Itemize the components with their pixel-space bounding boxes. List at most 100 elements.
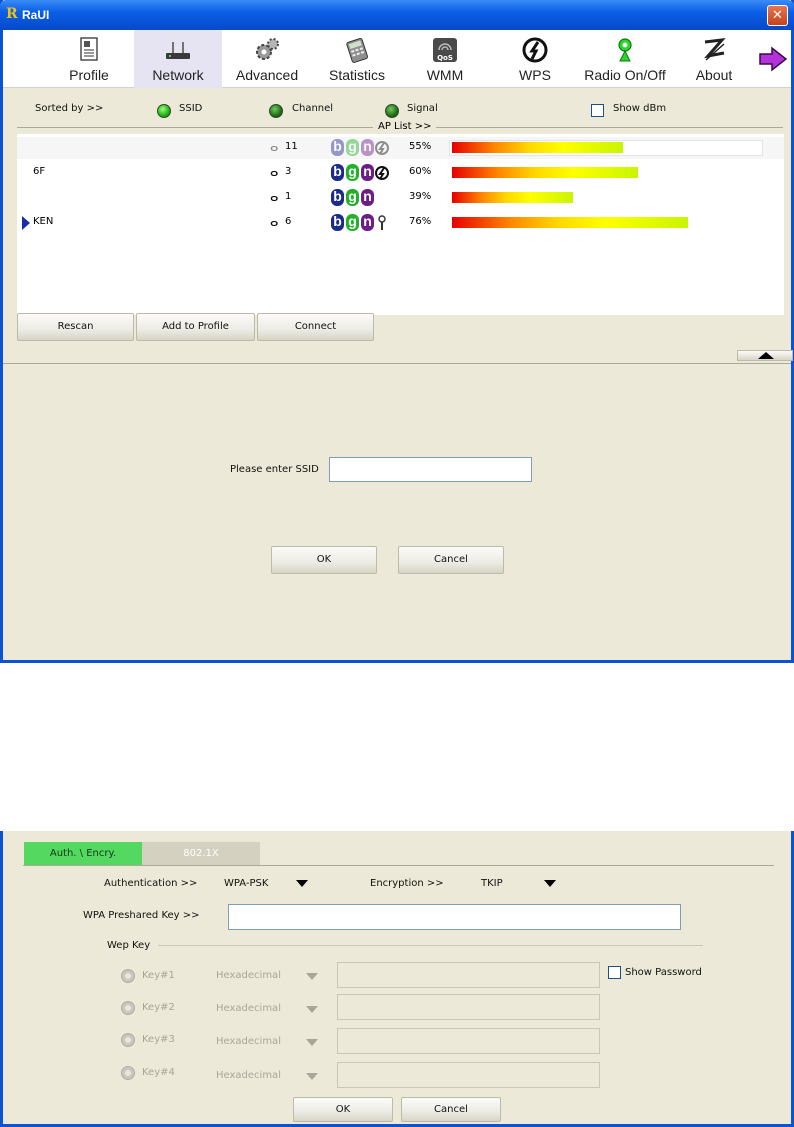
ap-row[interactable]: 6F ⴰ 3 b g n 60% [17, 162, 784, 184]
ssid-prompt-label: Please enter SSID [230, 464, 319, 475]
wmm-icon: QoS [433, 38, 457, 62]
encryption-dropdown-icon[interactable] [544, 880, 556, 887]
sort-ssid-radio[interactable] [157, 104, 171, 118]
radio-icon [618, 38, 632, 62]
authentication-dropdown-icon[interactable] [296, 880, 308, 887]
key4-radio[interactable] [121, 1066, 135, 1080]
ok-button[interactable]: OK [271, 546, 377, 574]
raui-window: R RaUI ✕ Profile Network Advanced Statis… [0, 0, 794, 663]
key1-dropdown-icon[interactable] [306, 973, 318, 980]
key3-radio[interactable] [121, 1033, 135, 1047]
protocol-g-icon: g [346, 214, 359, 231]
ssid-input[interactable] [329, 457, 532, 482]
statistics-icon [346, 38, 368, 63]
tab-divider [23, 865, 774, 866]
toolbar-wmm[interactable]: QoS WMM [407, 30, 483, 88]
psk-input-field[interactable] [229, 905, 680, 929]
toolbar-profile-label: Profile [69, 67, 109, 83]
about-icon [704, 38, 726, 61]
key4-format[interactable]: Hexadecimal [216, 1070, 281, 1081]
ap-channel: 11 [285, 141, 298, 152]
tab-8021x[interactable]: 802.1X [142, 842, 260, 866]
psk-label: WPA Preshared Key >> [83, 910, 200, 921]
title-bar[interactable]: R RaUI ✕ [0, 0, 794, 30]
toolbar-network-label: Network [152, 67, 204, 83]
key2-dropdown-icon[interactable] [306, 1006, 318, 1013]
ap-row[interactable]: KEN ⴰ 6 b g n 76% [17, 212, 784, 234]
key1-radio[interactable] [121, 969, 135, 983]
security-ok-button[interactable]: OK [293, 1097, 393, 1122]
security-panel: Auth. \ Encry. 802.1X Authentication >> … [0, 831, 794, 1127]
protocol-n-icon: n [361, 164, 374, 181]
wifi-signal-icon: ⴰ [270, 215, 279, 230]
ap-list-label: AP List >> [373, 121, 437, 132]
authentication-value[interactable]: WPA-PSK [224, 878, 268, 889]
wep-key-label: Wep Key [107, 940, 155, 951]
ap-ssid: KEN [33, 216, 54, 227]
sort-signal-radio[interactable] [385, 104, 399, 118]
protocol-b-icon: b [331, 189, 344, 206]
ap-signal-text: 39% [409, 191, 432, 202]
cancel-button[interactable]: Cancel [398, 546, 504, 574]
key2-input[interactable] [337, 994, 600, 1020]
protocol-b-icon: b [331, 164, 344, 181]
key1-format[interactable]: Hexadecimal [216, 970, 281, 981]
protocol-b-icon: b [331, 214, 344, 231]
add-to-profile-button[interactable]: Add to Profile [136, 313, 255, 341]
show-dbm-checkbox[interactable] [591, 104, 604, 117]
rescan-button[interactable]: Rescan [17, 313, 134, 341]
selected-arrow-icon [22, 216, 30, 230]
toolbar-wps[interactable]: WPS [497, 30, 573, 88]
ap-row[interactable]: ⴰ 11 b g n 55% [17, 137, 784, 159]
key3-dropdown-icon[interactable] [306, 1039, 318, 1046]
toolbar-about[interactable]: About [679, 30, 749, 88]
ap-list[interactable]: ⴰ 11 b g n 55% 6F ⴰ 3 b g n 60% ⴰ 1 b g … [17, 134, 784, 315]
protocol-n-icon: n [361, 139, 374, 156]
show-password-checkbox[interactable] [608, 966, 621, 979]
security-cancel-button[interactable]: Cancel [401, 1097, 501, 1122]
toolbar-statistics[interactable]: Statistics [315, 30, 399, 88]
key1-input[interactable] [337, 962, 600, 988]
collapse-button[interactable] [737, 350, 793, 361]
key2-format[interactable]: Hexadecimal [216, 1003, 281, 1014]
toolbar-radio[interactable]: Radio On/Off [577, 30, 673, 88]
sort-ssid-label: SSID [179, 103, 203, 114]
sort-signal-label: Signal [407, 103, 438, 114]
wps-icon [522, 37, 548, 63]
toolbar-about-label: About [695, 67, 733, 83]
toolbar-network[interactable]: Network [134, 30, 222, 88]
close-button[interactable]: ✕ [767, 5, 788, 26]
window-title: RaUI [22, 8, 50, 22]
key3-format[interactable]: Hexadecimal [216, 1036, 281, 1047]
show-dbm-label: Show dBm [613, 103, 667, 114]
authentication-label: Authentication >> [104, 878, 198, 889]
show-password-label: Show Password [625, 967, 702, 978]
psk-input[interactable] [228, 904, 681, 930]
encryption-label: Encryption >> [370, 878, 444, 889]
toolbar-profile[interactable]: Profile [49, 30, 129, 88]
ssid-input-field[interactable] [330, 458, 531, 481]
key4-input[interactable] [337, 1062, 600, 1088]
svg-text:QoS: QoS [437, 54, 453, 62]
network-icon [166, 42, 190, 59]
key2-radio[interactable] [121, 1001, 135, 1015]
close-icon: ✕ [772, 8, 783, 23]
key2-label: Key#2 [142, 1002, 175, 1013]
ap-signal-text: 55% [409, 141, 432, 152]
app-logo-icon: R [6, 6, 18, 22]
connect-button[interactable]: Connect [257, 313, 374, 341]
key3-input[interactable] [337, 1028, 600, 1054]
key1-label: Key#1 [142, 970, 175, 981]
tab-auth-encry[interactable]: Auth. \ Encry. [24, 842, 142, 866]
signal-bar [452, 217, 688, 228]
protocol-b-icon: b [331, 139, 344, 156]
ap-ssid: 6F [33, 166, 46, 177]
arrow-right-icon[interactable] [758, 46, 788, 72]
encryption-value[interactable]: TKIP [481, 878, 503, 889]
wps-small-icon [375, 141, 389, 155]
ap-channel: 3 [285, 166, 292, 177]
sort-channel-radio[interactable] [269, 104, 283, 118]
ap-row[interactable]: ⴰ 1 b g n 39% [17, 187, 784, 209]
toolbar-advanced[interactable]: Advanced [227, 30, 307, 88]
key4-dropdown-icon[interactable] [306, 1073, 318, 1080]
